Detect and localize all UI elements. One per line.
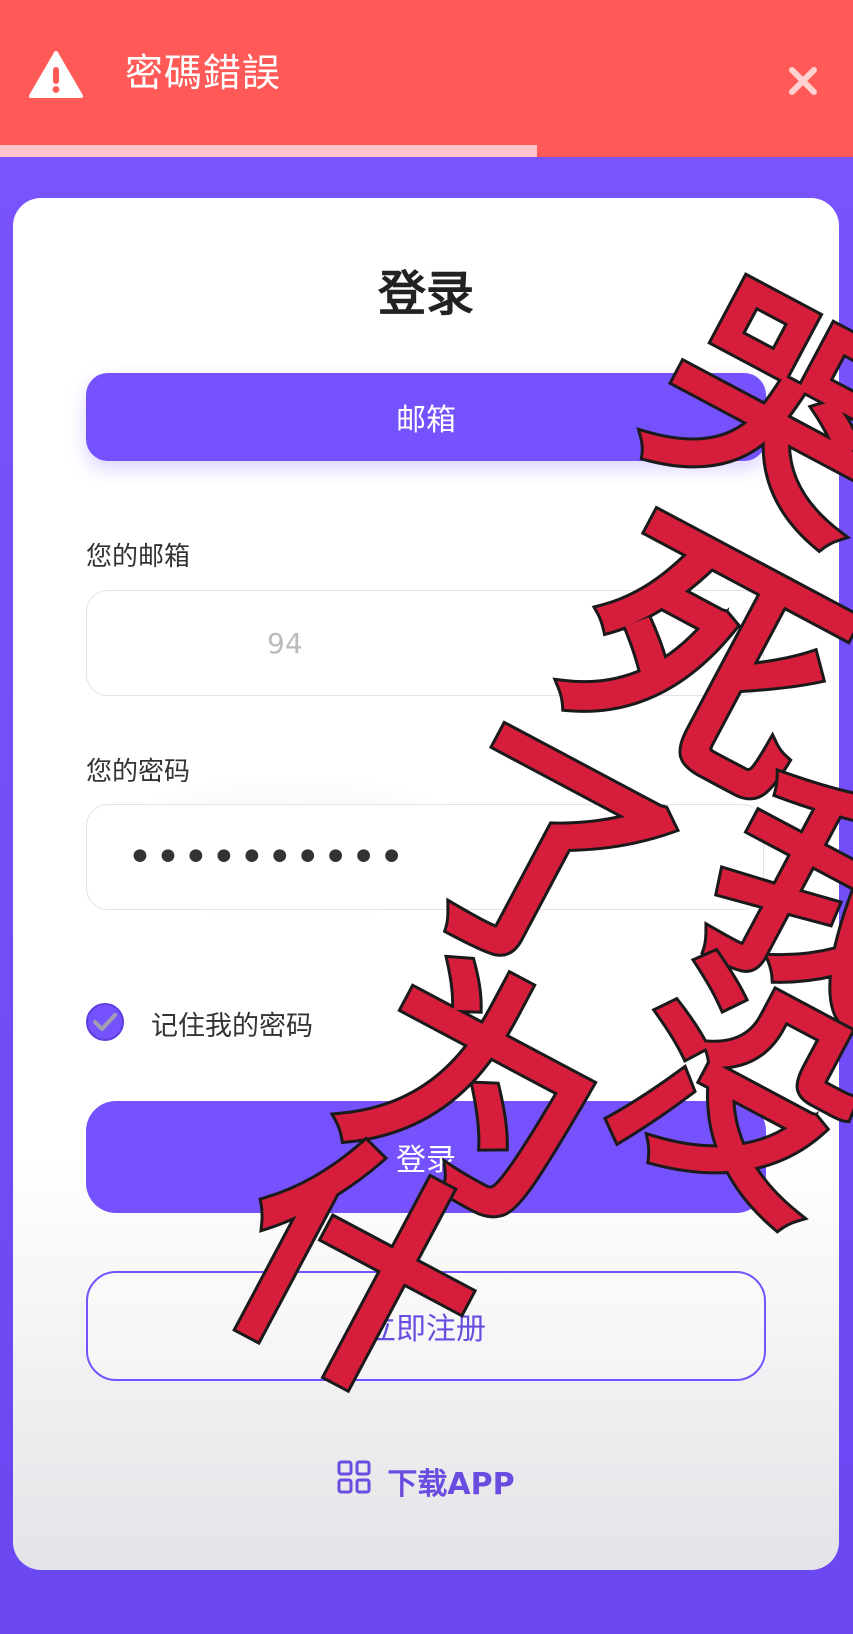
close-icon[interactable] xyxy=(786,64,820,98)
warning-icon xyxy=(28,50,84,100)
download-label: 下载APP xyxy=(387,1467,515,1502)
check-icon xyxy=(93,1013,117,1031)
password-field[interactable]: •••••••••• xyxy=(86,804,764,910)
remember-label: 记住我的密码 xyxy=(151,1011,313,1042)
close-button[interactable] xyxy=(778,56,828,106)
alert-progress-fill xyxy=(0,145,538,157)
login-card: 登录 邮箱 您的邮箱 94 您的密码 •••••••••• 记住我的密码 登录 … xyxy=(13,198,839,1570)
password-value: •••••••••• xyxy=(127,831,407,883)
email-value: 94 xyxy=(267,626,303,660)
error-title: 密碼錯誤 xyxy=(125,51,282,95)
page-title: 登录 xyxy=(377,266,474,322)
error-alert-bar: 密碼錯誤 xyxy=(0,0,853,157)
tab-email[interactable]: 邮箱 xyxy=(86,373,766,461)
register-button[interactable]: 立即注册 xyxy=(86,1271,766,1381)
email-field[interactable]: 94 xyxy=(86,590,764,696)
login-button[interactable]: 登录 xyxy=(86,1101,766,1213)
remember-checkbox[interactable] xyxy=(86,1003,124,1041)
email-label: 您的邮箱 xyxy=(86,542,191,572)
alert-progress-track xyxy=(0,145,853,157)
download-app-link[interactable]: 下载APP xyxy=(13,1456,839,1506)
password-label: 您的密码 xyxy=(86,757,191,787)
app-grid-icon xyxy=(337,1460,371,1502)
